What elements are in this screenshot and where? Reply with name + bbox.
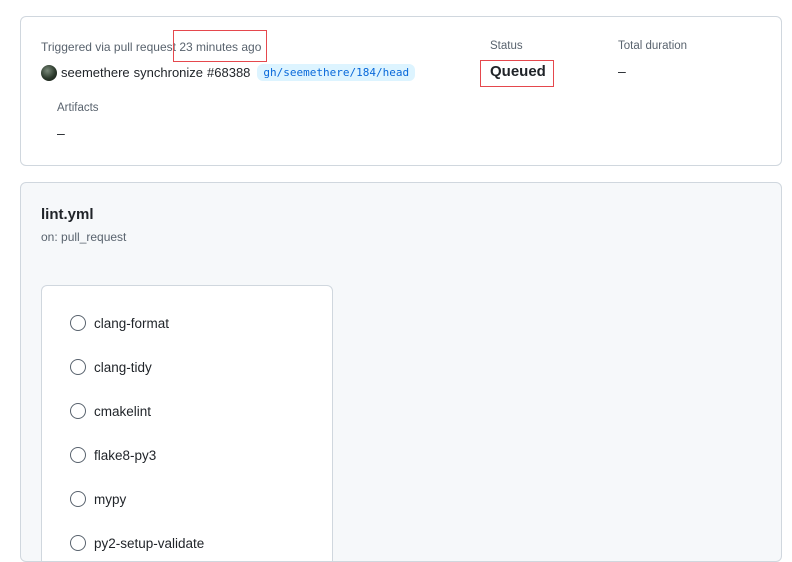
time-ago[interactable]: 23 minutes ago (179, 40, 261, 54)
event-name: synchronize (133, 65, 204, 80)
duration-value: – (618, 63, 626, 79)
artifacts-label: Artifacts (57, 102, 99, 114)
pending-circle-icon (70, 491, 86, 507)
job-item[interactable]: clang-format (70, 315, 169, 331)
commit-row: seemethere synchronize #68388 gh/seemeth… (41, 64, 416, 81)
job-item[interactable]: py2-setup-validate (70, 535, 204, 551)
pending-circle-icon (70, 403, 86, 419)
workflow-graph-panel: lint.yml on: pull_request clang-format c… (20, 182, 782, 562)
avatar[interactable] (41, 64, 57, 81)
branch-label[interactable]: gh/seemethere/184/head (257, 64, 416, 81)
duration-label: Total duration (618, 40, 688, 52)
actor-name[interactable]: seemethere (61, 65, 130, 80)
workflow-trigger: on: pull_request (41, 230, 127, 244)
jobs-card: clang-format clang-tidy cmakelint flake8… (41, 285, 333, 561)
job-item[interactable]: cmakelint (70, 403, 151, 419)
job-label: clang-tidy (94, 359, 152, 375)
status-label: Status (490, 40, 523, 52)
job-item[interactable]: flake8-py3 (70, 447, 156, 463)
job-label: cmakelint (94, 403, 152, 419)
trigger-line: Triggered via pull request 23 minutes ag… (41, 40, 261, 54)
status-value: Queued (490, 63, 546, 80)
job-label: py2-setup-validate (94, 535, 205, 551)
pending-circle-icon (70, 315, 86, 331)
run-summary-card: Triggered via pull request 23 minutes ag… (20, 16, 782, 166)
job-label: flake8-py3 (94, 447, 157, 463)
pending-circle-icon (70, 359, 86, 375)
trigger-prefix: Triggered via pull request (41, 40, 176, 54)
artifacts-value: – (57, 125, 65, 141)
pending-circle-icon (70, 535, 86, 551)
job-item[interactable]: clang-tidy (70, 359, 152, 375)
job-item[interactable]: mypy (70, 491, 126, 507)
pr-link[interactable]: #68388 (207, 65, 250, 80)
job-label: mypy (94, 491, 127, 507)
workflow-name[interactable]: lint.yml (41, 206, 94, 223)
pending-circle-icon (70, 447, 86, 463)
job-label: clang-format (94, 315, 170, 331)
